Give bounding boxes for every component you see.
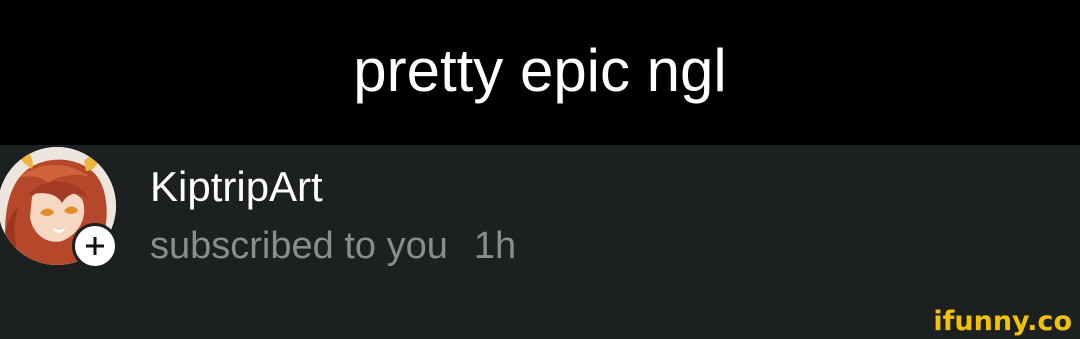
username-link[interactable]: KiptripArt [150, 163, 323, 211]
ifunny-watermark: ifunny.co [933, 306, 1072, 337]
notification-action-text: subscribed to you [150, 225, 448, 267]
caption-bar: pretty epic ngl [0, 0, 1080, 145]
caption-text: pretty epic ngl [353, 37, 727, 104]
avatar-container[interactable] [0, 145, 118, 269]
subscribe-plus-button[interactable] [72, 223, 118, 269]
plus-icon [86, 237, 104, 255]
meme-page: pretty epic ngl KiptripArt subscribed to… [0, 0, 1080, 339]
notification-item[interactable]: KiptripArt subscribed to you 1h [0, 145, 1080, 339]
notification-timestamp: 1h [473, 225, 517, 267]
notification-meta: subscribed to you 1h [150, 225, 516, 268]
